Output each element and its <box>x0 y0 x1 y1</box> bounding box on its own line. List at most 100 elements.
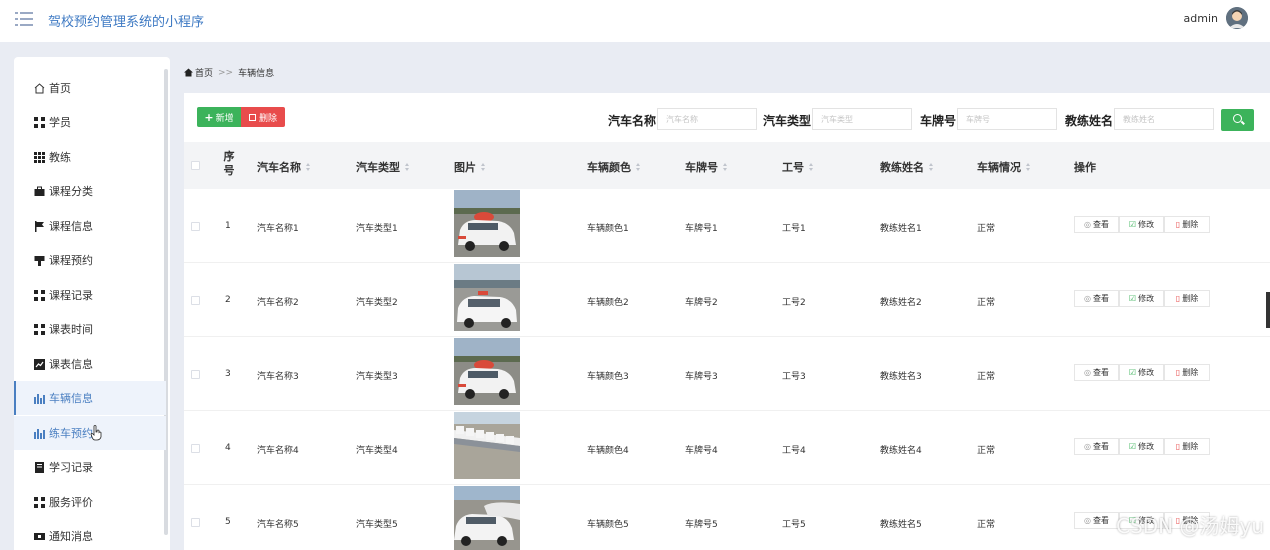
sidebar-item-notifications[interactable]: 通知消息 <box>14 519 166 550</box>
home-icon <box>184 68 193 77</box>
sidebar-item-schedule-time[interactable]: 课表时间 <box>14 312 166 346</box>
edit-button[interactable]: ☑ 修改 <box>1119 438 1164 455</box>
sidebar-item-service-review[interactable]: 服务评价 <box>14 485 166 519</box>
watermark: CSDN @汤姆yu <box>1116 514 1264 538</box>
filter-label-plate: 车牌号 <box>920 114 957 128</box>
sidebar-item-study-records[interactable]: 学习记录 <box>14 450 166 484</box>
cell-plate: 车牌号1 <box>685 224 718 234</box>
column-header-image[interactable]: 图片 <box>454 159 487 175</box>
delete-button[interactable]: ▯ 删除 <box>1164 364 1210 381</box>
sort-icon[interactable] <box>1025 162 1032 172</box>
avatar[interactable] <box>1226 7 1248 29</box>
sort-icon[interactable] <box>305 162 312 172</box>
sidebar-item-students[interactable]: 学员 <box>14 105 166 139</box>
trash-icon: ▯ <box>1175 220 1181 229</box>
trash-icon: ▯ <box>1175 368 1181 377</box>
sidebar-item-home[interactable]: 首页 <box>14 71 166 105</box>
delete-button-label: 删除 <box>258 113 277 124</box>
sort-icon[interactable] <box>480 162 487 172</box>
home-icon <box>34 82 45 94</box>
view-button[interactable]: ◎ 查看 <box>1074 512 1119 529</box>
cell-job-no: 工号2 <box>782 298 806 308</box>
car-name-input[interactable]: 汽车名称 <box>657 108 757 130</box>
edit-icon: ☑ <box>1128 220 1137 229</box>
add-button[interactable]: + 新增 <box>197 107 241 127</box>
row-checkbox[interactable] <box>191 518 200 527</box>
cell-car-type: 汽车类型3 <box>356 372 398 382</box>
sort-icon[interactable] <box>808 162 815 172</box>
delete-button[interactable]: ▯ 删除 <box>1164 438 1210 455</box>
sidebar-item-label: 课程分类 <box>49 185 93 198</box>
menu-toggle-icon[interactable] <box>15 11 33 27</box>
row-checkbox[interactable] <box>191 444 200 453</box>
row-checkbox[interactable] <box>191 222 200 231</box>
sidebar-item-vehicle-info[interactable]: 车辆信息 <box>14 381 166 415</box>
delete-icon <box>248 113 256 121</box>
sidebar-item-coaches[interactable]: 教练 <box>14 140 166 174</box>
sort-icon[interactable] <box>635 162 642 172</box>
sort-icon[interactable] <box>722 162 729 172</box>
cell-coach: 教练姓名3 <box>880 372 922 382</box>
delete-button[interactable]: ▯ 删除 <box>1164 290 1210 307</box>
sidebar-item-label: 车辆信息 <box>49 392 93 405</box>
breadcrumb-current: 车辆信息 <box>238 69 275 79</box>
plate-input[interactable]: 车牌号 <box>957 108 1057 130</box>
cell-plate: 车牌号3 <box>685 372 718 382</box>
car-thumbnail[interactable] <box>454 264 520 331</box>
sort-icon[interactable] <box>404 162 411 172</box>
filter-label-car-type: 汽车类型 <box>763 114 812 128</box>
sidebar-item-label: 首页 <box>49 82 71 95</box>
view-button[interactable]: ◎ 查看 <box>1074 364 1119 381</box>
page-scroll-handle[interactable] <box>1266 292 1270 328</box>
sidebar-item-course-info[interactable]: 课程信息 <box>14 209 166 243</box>
trash-icon: ▯ <box>1175 294 1181 303</box>
cell-coach: 教练姓名4 <box>880 446 922 456</box>
sidebar-item-course-booking[interactable]: 课程预约 <box>14 243 166 277</box>
delete-button[interactable]: ▯ 删除 <box>1164 216 1210 233</box>
chart-icon <box>34 358 45 370</box>
view-button[interactable]: ◎ 查看 <box>1074 438 1119 455</box>
column-header-actions: 操作 <box>1074 161 1096 174</box>
edit-button[interactable]: ☑ 修改 <box>1119 290 1164 307</box>
cell-car-type: 汽车类型4 <box>356 446 398 456</box>
view-button[interactable]: ◎ 查看 <box>1074 290 1119 307</box>
column-header-car-name[interactable]: 汽车名称 <box>257 159 312 175</box>
user-name[interactable]: admin <box>1184 12 1218 25</box>
car-thumbnail[interactable] <box>454 338 520 405</box>
cell-plate: 车牌号5 <box>685 520 718 530</box>
column-header-coach[interactable]: 教练姓名 <box>880 159 935 175</box>
car-type-input[interactable]: 汽车类型 <box>812 108 912 130</box>
car-thumbnail[interactable] <box>454 486 520 550</box>
edit-button[interactable]: ☑ 修改 <box>1119 216 1164 233</box>
column-header-car-type[interactable]: 汽车类型 <box>356 159 411 175</box>
cell-car-name: 汽车名称2 <box>257 298 299 308</box>
cell-job-no: 工号4 <box>782 446 806 456</box>
add-button-label: 新增 <box>215 113 234 124</box>
cell-car-type: 汽车类型2 <box>356 298 398 308</box>
sort-icon[interactable] <box>928 162 935 172</box>
view-button[interactable]: ◎ 查看 <box>1074 216 1119 233</box>
sidebar-item-schedule-info[interactable]: 课表信息 <box>14 347 166 381</box>
sidebar-item-course-records[interactable]: 课程记录 <box>14 278 166 312</box>
cell-index: 3 <box>225 369 231 379</box>
column-header-job-no[interactable]: 工号 <box>782 159 815 175</box>
cell-car-name: 汽车名称1 <box>257 224 299 234</box>
row-checkbox[interactable] <box>191 370 200 379</box>
select-all-checkbox[interactable] <box>191 161 200 170</box>
cell-index: 5 <box>225 517 231 527</box>
row-checkbox[interactable] <box>191 296 200 305</box>
sidebar-item-label: 课表时间 <box>49 323 93 336</box>
search-button[interactable] <box>1221 109 1254 131</box>
car-thumbnail[interactable] <box>454 412 520 479</box>
table-row: 3 汽车名称3 汽车类型3 车辆颜色3 车牌号3 工号3 教练姓名3 正常 ◎ 查… <box>184 337 1270 411</box>
column-header-plate[interactable]: 车牌号 <box>685 159 729 175</box>
coach-input[interactable]: 教练姓名 <box>1114 108 1214 130</box>
car-thumbnail[interactable] <box>454 190 520 257</box>
column-header-status[interactable]: 车辆情况 <box>977 159 1032 175</box>
breadcrumb-home[interactable]: 首页 <box>195 66 213 79</box>
sidebar-item-course-category[interactable]: 课程分类 <box>14 174 166 208</box>
eye-icon: ◎ <box>1084 294 1091 303</box>
batch-delete-button[interactable]: 删除 <box>241 107 285 127</box>
column-header-color[interactable]: 车辆颜色 <box>587 159 642 175</box>
edit-button[interactable]: ☑ 修改 <box>1119 364 1164 381</box>
